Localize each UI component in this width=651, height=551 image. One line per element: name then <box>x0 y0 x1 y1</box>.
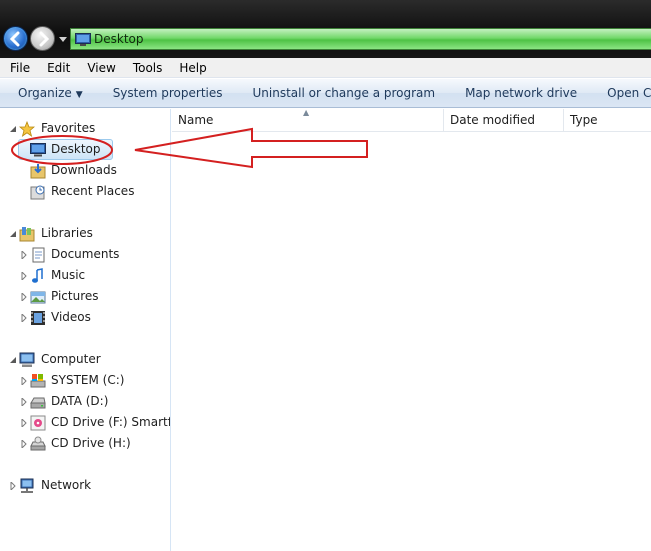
network-icon <box>20 478 34 493</box>
menu-tools[interactable]: Tools <box>123 61 170 75</box>
pictures-icon <box>30 291 46 304</box>
column-header-date-modified[interactable]: Date modified <box>444 109 564 132</box>
recent-pages-dropdown-icon[interactable] <box>59 35 67 43</box>
nav-item-cd-drive-h[interactable]: CD Drive (H:) <box>0 433 170 454</box>
expand-icon[interactable] <box>20 272 28 280</box>
menu-edit[interactable]: Edit <box>37 61 77 75</box>
menu-help[interactable]: Help <box>169 61 213 75</box>
open-control-panel-button[interactable]: Open Control Panel <box>592 86 651 100</box>
nav-item-label: Music <box>51 268 86 282</box>
navigation-pane: Favorites Desktop Downloads Recent Place… <box>0 109 171 551</box>
collapse-icon[interactable] <box>9 356 17 364</box>
nav-item-music[interactable]: Music <box>0 265 170 286</box>
organize-label: Organize <box>18 86 72 100</box>
expand-icon[interactable] <box>9 482 17 490</box>
map-network-drive-button[interactable]: Map network drive <box>450 86 592 100</box>
arrow-left-icon <box>9 31 20 47</box>
column-name-label: Name <box>178 113 214 127</box>
nav-computer[interactable]: Computer <box>0 349 170 370</box>
nav-item-videos[interactable]: Videos <box>0 307 170 328</box>
desktop-icon <box>30 143 46 157</box>
nav-item-cd-drive-f[interactable]: CD Drive (F:) Smartfren <box>0 412 170 433</box>
nav-item-label: Recent Places <box>51 184 135 198</box>
system-properties-button[interactable]: System properties <box>98 86 238 100</box>
star-icon <box>19 121 35 137</box>
nav-item-label: Pictures <box>51 289 99 303</box>
nav-network-label: Network <box>41 478 92 492</box>
forward-button[interactable] <box>30 26 55 51</box>
expand-icon[interactable] <box>20 377 28 385</box>
music-note-icon <box>32 268 43 283</box>
nav-item-data-drive[interactable]: DATA (D:) <box>0 391 170 412</box>
nav-libraries-label: Libraries <box>41 226 93 240</box>
nav-item-label: Videos <box>51 310 91 324</box>
address-path: Desktop <box>94 32 144 46</box>
title-bar: Desktop <box>0 0 651 58</box>
nav-item-downloads[interactable]: Downloads <box>0 160 170 181</box>
sort-ascending-icon: ▲ <box>303 108 310 117</box>
nav-item-label: CD Drive (F:) Smartfren <box>51 415 170 429</box>
downloads-folder-icon <box>30 164 46 179</box>
column-header-row: Name ▲ Date modified Type <box>172 108 651 132</box>
hard-drive-icon <box>30 397 46 409</box>
uninstall-program-button[interactable]: Uninstall or change a program <box>238 86 451 100</box>
libraries-icon <box>19 227 35 242</box>
arrow-right-icon <box>39 31 50 47</box>
file-list-pane[interactable]: Name ▲ Date modified Type <box>172 108 651 551</box>
expand-icon[interactable] <box>20 440 28 448</box>
back-button[interactable] <box>3 26 28 51</box>
nav-favorites-label: Favorites <box>41 121 96 135</box>
expand-icon[interactable] <box>20 419 28 427</box>
expand-icon[interactable] <box>20 314 28 322</box>
nav-item-documents[interactable]: Documents <box>0 244 170 265</box>
recent-places-icon <box>30 185 45 200</box>
computer-icon <box>19 352 35 367</box>
menu-file[interactable]: File <box>0 61 37 75</box>
nav-network[interactable]: Network <box>0 475 170 496</box>
expand-icon[interactable] <box>20 293 28 301</box>
nav-item-recent-places[interactable]: Recent Places <box>0 181 170 202</box>
nav-item-label: DATA (D:) <box>51 394 109 408</box>
desktop-icon <box>75 33 91 46</box>
documents-icon <box>32 247 45 263</box>
address-bar[interactable]: Desktop <box>70 28 651 50</box>
nav-item-desktop[interactable]: Desktop <box>0 139 170 160</box>
system-drive-icon <box>30 374 46 388</box>
column-header-name[interactable]: Name ▲ <box>172 108 444 132</box>
nav-libraries[interactable]: Libraries <box>0 223 170 244</box>
menu-bar: File Edit View Tools Help <box>0 58 651 78</box>
expand-icon[interactable] <box>20 398 28 406</box>
nav-item-label: SYSTEM (C:) <box>51 373 125 387</box>
chevron-down-icon: ▼ <box>75 90 83 100</box>
collapse-icon[interactable] <box>9 125 17 133</box>
nav-item-system-drive[interactable]: SYSTEM (C:) <box>0 370 170 391</box>
cd-drive-icon <box>30 415 46 431</box>
nav-computer-label: Computer <box>41 352 101 366</box>
cd-drive-icon <box>30 436 46 451</box>
film-strip-icon <box>31 311 45 325</box>
command-bar: Organize ▼ System properties Uninstall or… <box>0 79 651 108</box>
collapse-icon[interactable] <box>9 230 17 238</box>
nav-favorites[interactable]: Favorites <box>0 118 170 139</box>
nav-item-pictures[interactable]: Pictures <box>0 286 170 307</box>
nav-item-label: Downloads <box>51 163 117 177</box>
expand-icon[interactable] <box>20 251 28 259</box>
organize-button[interactable]: Organize ▼ <box>0 86 98 100</box>
nav-item-label: Documents <box>51 247 120 261</box>
menu-view[interactable]: View <box>77 61 122 75</box>
nav-item-label: CD Drive (H:) <box>51 436 131 450</box>
column-header-type[interactable]: Type <box>564 109 651 132</box>
nav-item-label: Desktop <box>51 142 101 156</box>
